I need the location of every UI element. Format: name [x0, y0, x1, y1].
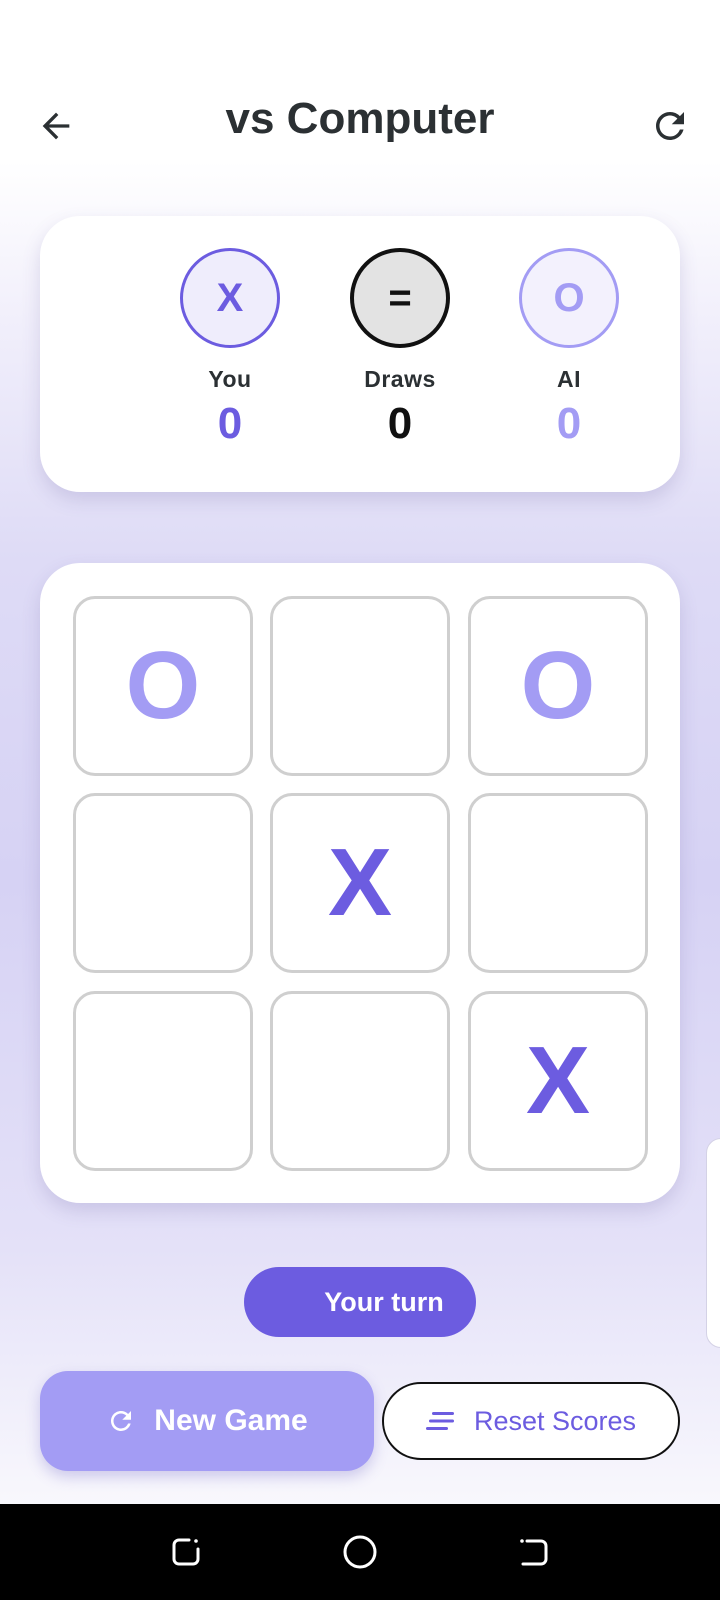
system-back-icon	[520, 1539, 548, 1566]
player-o-badge: O	[519, 248, 619, 348]
reset-scores-label: Reset Scores	[473, 1405, 637, 1436]
game-board: O O X X	[40, 563, 680, 1203]
lines-icon	[425, 1412, 454, 1430]
board-cell-7[interactable]	[73, 991, 253, 1171]
refresh-icon	[656, 112, 684, 140]
refresh-icon	[111, 1411, 132, 1431]
board-cell-2[interactable]	[270, 596, 450, 776]
recents-button[interactable]	[162, 1528, 210, 1576]
board-cell-4[interactable]	[73, 793, 253, 973]
home-icon	[343, 1535, 377, 1569]
page-title: vs Computer	[225, 94, 495, 143]
score-ai: O AI 0	[509, 248, 629, 449]
score-label-draws: Draws	[364, 366, 436, 392]
score-value-draws: 0	[387, 399, 413, 448]
new-game-label: New Game	[154, 1404, 308, 1437]
reset-scores-button[interactable]: Reset Scores	[382, 1382, 680, 1460]
board-cell-1[interactable]: O	[73, 596, 253, 776]
scoreboard-card: X You 0 = Draws 0 O AI 0	[40, 216, 680, 492]
new-game-button[interactable]: New Game	[40, 1371, 374, 1471]
draws-badge: =	[350, 248, 450, 348]
restart-button[interactable]	[644, 100, 696, 152]
player-x-badge: X	[180, 248, 280, 348]
score-value-ai: 0	[556, 399, 582, 448]
board-cell-5[interactable]: X	[270, 793, 450, 973]
score-label-you: You	[208, 366, 252, 392]
turn-status-badge: Your turn	[244, 1267, 476, 1337]
score-draws: = Draws 0	[340, 248, 460, 449]
score-you: X You 0	[170, 248, 290, 449]
board-cell-8[interactable]	[270, 991, 450, 1171]
score-label-ai: AI	[557, 366, 581, 392]
recents-icon	[172, 1538, 200, 1566]
system-nav-bar	[0, 1504, 720, 1600]
system-back-button[interactable]	[510, 1528, 558, 1576]
board-cell-6[interactable]	[468, 793, 648, 973]
board-cell-3[interactable]: O	[468, 596, 648, 776]
home-button[interactable]	[336, 1528, 384, 1576]
side-panel-handle[interactable]	[706, 1138, 720, 1348]
board-cell-9[interactable]: X	[468, 991, 648, 1171]
score-value-you: 0	[217, 399, 243, 448]
app-header: vs Computer	[0, 80, 720, 160]
